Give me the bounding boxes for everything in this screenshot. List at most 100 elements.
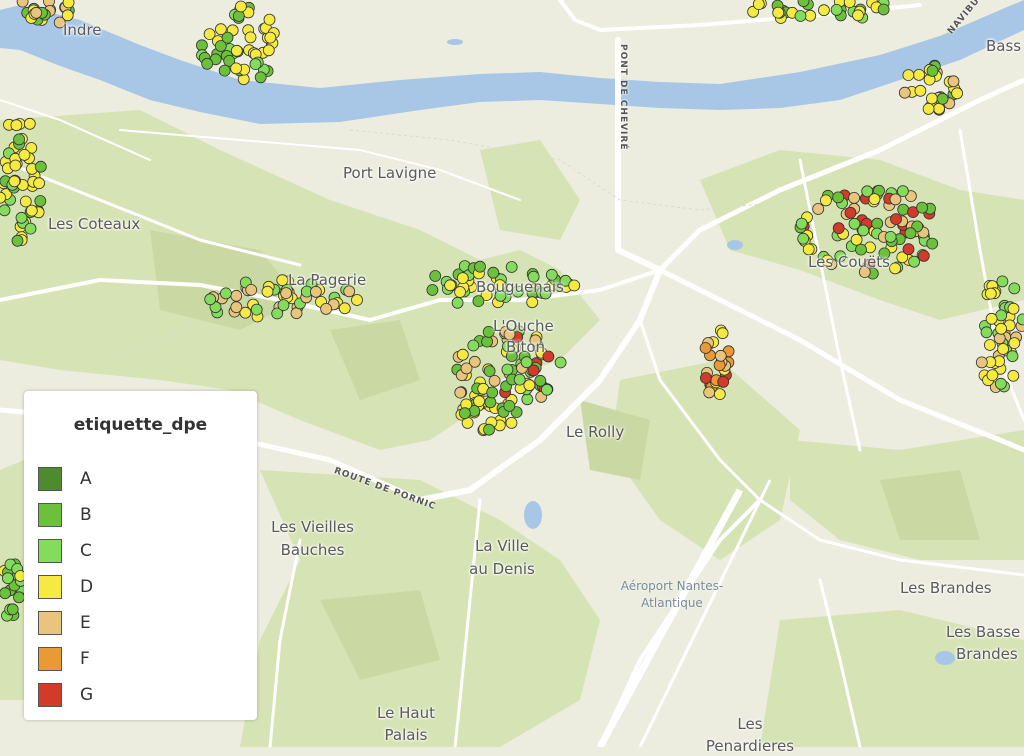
- dpe-marker[interactable]: [818, 4, 830, 17]
- dpe-marker[interactable]: [1008, 337, 1021, 350]
- dpe-marker[interactable]: [843, 0, 856, 8]
- dpe-marker[interactable]: [34, 160, 47, 173]
- dpe-marker[interactable]: [34, 195, 47, 207]
- dpe-marker[interactable]: [850, 233, 863, 246]
- dpe-marker[interactable]: [277, 299, 290, 312]
- dpe-marker[interactable]: [568, 279, 581, 292]
- dpe-marker[interactable]: [513, 373, 526, 386]
- dpe-marker[interactable]: [25, 204, 38, 217]
- dpe-marker[interactable]: [481, 335, 494, 348]
- dpe-marker[interactable]: [24, 222, 37, 235]
- dpe-marker[interactable]: [261, 285, 274, 298]
- dpe-marker[interactable]: [214, 23, 227, 36]
- dpe-marker[interactable]: [922, 103, 935, 115]
- dpe-marker[interactable]: [980, 326, 993, 339]
- dpe-marker[interactable]: [351, 294, 363, 306]
- dpe-marker[interactable]: [700, 372, 712, 384]
- dpe-marker[interactable]: [11, 234, 24, 247]
- dpe-marker[interactable]: [467, 339, 480, 352]
- dpe-marker[interactable]: [451, 296, 464, 309]
- dpe-marker[interactable]: [772, 6, 785, 19]
- dpe-marker[interactable]: [890, 213, 902, 226]
- dpe-marker[interactable]: [0, 204, 11, 217]
- dpe-marker[interactable]: [456, 348, 469, 361]
- dpe-marker[interactable]: [897, 185, 909, 198]
- dpe-marker[interactable]: [263, 13, 276, 26]
- dpe-marker[interactable]: [458, 407, 471, 420]
- dpe-marker[interactable]: [820, 194, 832, 207]
- dpe-marker[interactable]: [429, 270, 442, 282]
- dpe-marker[interactable]: [254, 71, 267, 84]
- dpe-marker[interactable]: [503, 399, 516, 412]
- dpe-marker[interactable]: [984, 287, 997, 300]
- dpe-marker[interactable]: [926, 65, 939, 77]
- dpe-marker[interactable]: [219, 287, 232, 300]
- dpe-marker[interactable]: [505, 261, 518, 273]
- dpe-marker[interactable]: [541, 383, 553, 396]
- dpe-marker[interactable]: [832, 191, 845, 204]
- dpe-marker[interactable]: [486, 386, 499, 399]
- dpe-marker[interactable]: [454, 386, 467, 399]
- dpe-marker[interactable]: [501, 363, 514, 376]
- dpe-marker[interactable]: [852, 9, 864, 22]
- dpe-marker[interactable]: [488, 374, 501, 387]
- dpe-marker[interactable]: [868, 193, 881, 206]
- dpe-marker[interactable]: [0, 587, 11, 600]
- dpe-marker[interactable]: [1007, 302, 1020, 315]
- dpe-marker[interactable]: [752, 0, 765, 10]
- dpe-marker[interactable]: [232, 10, 245, 22]
- dpe-marker[interactable]: [8, 175, 21, 188]
- dpe-marker[interactable]: [1006, 350, 1019, 363]
- dpe-marker[interactable]: [951, 87, 963, 100]
- dpe-marker[interactable]: [832, 222, 845, 235]
- dpe-marker[interactable]: [250, 303, 263, 316]
- dpe-marker[interactable]: [714, 349, 727, 362]
- dpe-marker[interactable]: [699, 342, 712, 354]
- dpe-marker[interactable]: [526, 296, 539, 309]
- dpe-marker[interactable]: [6, 603, 19, 616]
- dpe-marker[interactable]: [902, 69, 915, 81]
- dpe-marker[interactable]: [9, 159, 22, 172]
- dpe-marker[interactable]: [218, 64, 231, 77]
- dpe-marker[interactable]: [483, 365, 496, 378]
- dpe-marker[interactable]: [985, 312, 998, 325]
- dpe-marker[interactable]: [10, 119, 23, 132]
- dpe-marker[interactable]: [914, 84, 927, 97]
- dpe-marker[interactable]: [204, 293, 217, 306]
- dpe-marker[interactable]: [897, 203, 910, 216]
- dpe-marker[interactable]: [917, 249, 930, 262]
- dpe-marker[interactable]: [290, 307, 303, 320]
- dpe-marker[interactable]: [716, 327, 729, 340]
- dpe-marker[interactable]: [249, 58, 262, 70]
- dpe-marker[interactable]: [484, 396, 497, 409]
- dpe-marker[interactable]: [812, 203, 825, 215]
- dpe-marker[interactable]: [1007, 369, 1020, 382]
- dpe-marker[interactable]: [195, 39, 208, 52]
- dpe-marker[interactable]: [913, 69, 925, 81]
- dpe-marker[interactable]: [230, 289, 243, 302]
- dpe-marker[interactable]: [554, 356, 567, 369]
- dpe-marker[interactable]: [473, 395, 486, 408]
- dpe-marker[interactable]: [472, 295, 485, 308]
- dpe-marker[interactable]: [848, 217, 861, 230]
- dpe-marker[interactable]: [933, 102, 945, 115]
- dpe-marker[interactable]: [794, 10, 807, 22]
- dpe-marker[interactable]: [1008, 282, 1021, 295]
- dpe-marker[interactable]: [995, 322, 1007, 335]
- dpe-marker[interactable]: [201, 57, 214, 70]
- dpe-marker[interactable]: [926, 92, 938, 105]
- dpe-marker[interactable]: [264, 31, 277, 44]
- dpe-marker[interactable]: [234, 0, 247, 13]
- dpe-marker[interactable]: [18, 148, 31, 161]
- dpe-marker[interactable]: [904, 227, 917, 240]
- dpe-marker[interactable]: [230, 62, 243, 75]
- dpe-marker[interactable]: [926, 237, 939, 250]
- dpe-marker[interactable]: [871, 217, 884, 230]
- dpe-marker[interactable]: [902, 243, 915, 256]
- dpe-marker[interactable]: [474, 260, 486, 273]
- dpe-marker[interactable]: [245, 283, 258, 296]
- dpe-marker[interactable]: [33, 177, 45, 190]
- dpe-marker[interactable]: [244, 31, 257, 44]
- dpe-marker[interactable]: [877, 3, 890, 16]
- dpe-marker[interactable]: [997, 343, 1009, 355]
